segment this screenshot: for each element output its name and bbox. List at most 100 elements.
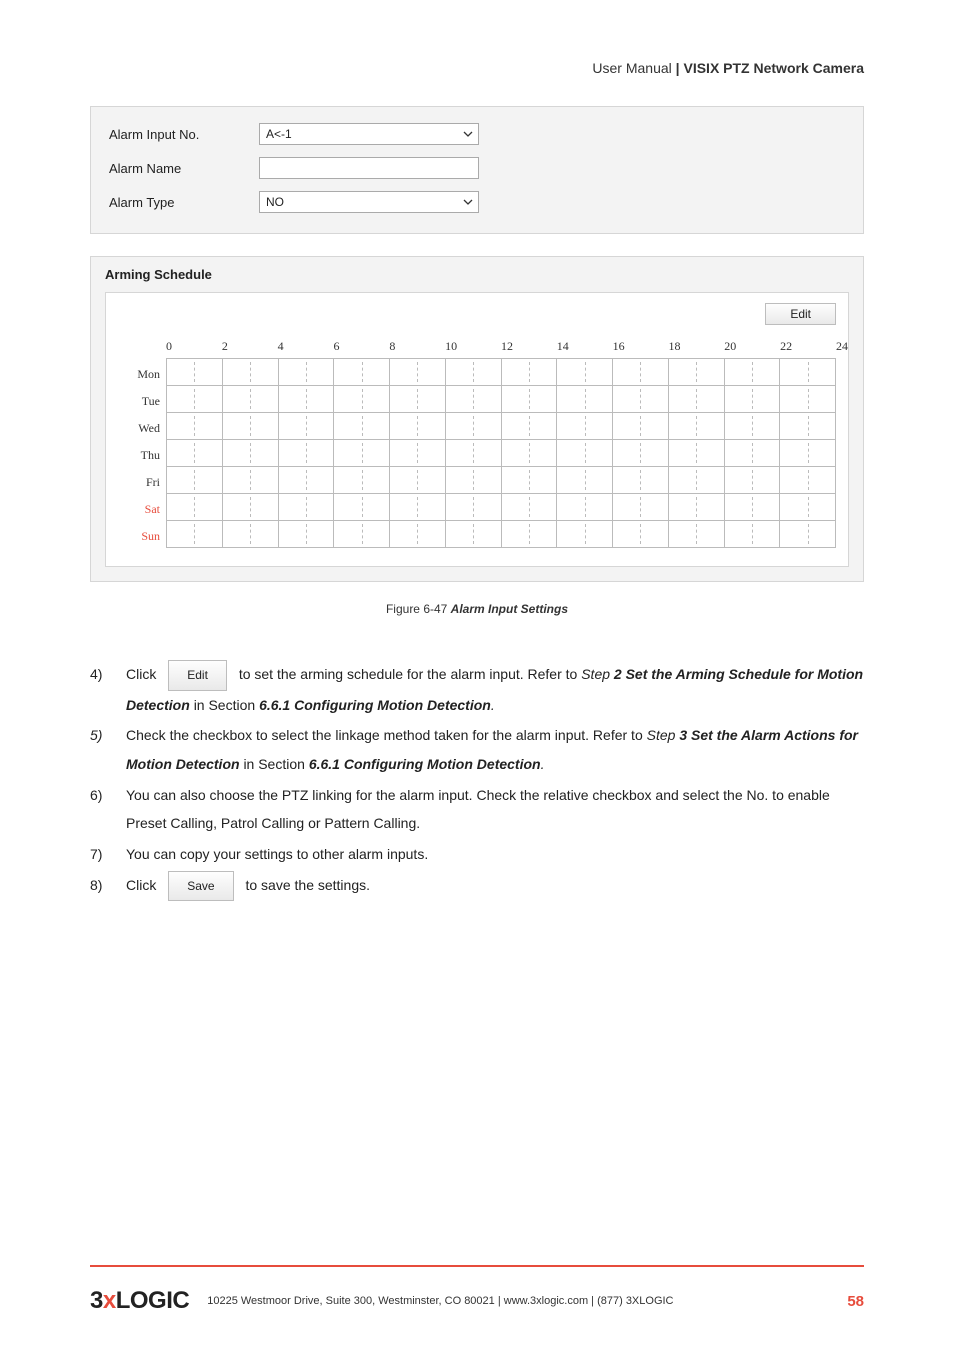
schedule-row[interactable] bbox=[167, 413, 835, 440]
schedule-cell[interactable] bbox=[502, 413, 558, 439]
schedule-cell[interactable] bbox=[279, 359, 335, 385]
schedule-cell[interactable] bbox=[780, 467, 835, 493]
schedule-cell[interactable] bbox=[279, 440, 335, 466]
schedule-cell[interactable] bbox=[502, 359, 558, 385]
schedule-cell[interactable] bbox=[279, 494, 335, 520]
schedule-cell[interactable] bbox=[669, 494, 725, 520]
schedule-cell[interactable] bbox=[446, 467, 502, 493]
schedule-row[interactable] bbox=[167, 440, 835, 467]
schedule-cell[interactable] bbox=[390, 494, 446, 520]
schedule-cell[interactable] bbox=[223, 386, 279, 412]
schedule-cell[interactable] bbox=[334, 494, 390, 520]
schedule-row[interactable] bbox=[167, 359, 835, 386]
schedule-cell[interactable] bbox=[167, 467, 223, 493]
schedule-cell[interactable] bbox=[557, 494, 613, 520]
schedule-cell[interactable] bbox=[502, 467, 558, 493]
schedule-cell[interactable] bbox=[279, 467, 335, 493]
schedule-cell[interactable] bbox=[334, 467, 390, 493]
schedule-cell[interactable] bbox=[390, 467, 446, 493]
schedule-cell[interactable] bbox=[613, 413, 669, 439]
schedule-cell[interactable] bbox=[446, 521, 502, 547]
schedule-cell[interactable] bbox=[669, 359, 725, 385]
schedule-cell[interactable] bbox=[167, 386, 223, 412]
schedule-cell[interactable] bbox=[725, 467, 781, 493]
schedule-cell[interactable] bbox=[669, 521, 725, 547]
schedule-cell[interactable] bbox=[613, 467, 669, 493]
schedule-cell[interactable] bbox=[167, 521, 223, 547]
schedule-cell[interactable] bbox=[390, 413, 446, 439]
schedule-cell[interactable] bbox=[390, 386, 446, 412]
schedule-cell[interactable] bbox=[780, 494, 835, 520]
schedule-cell[interactable] bbox=[223, 359, 279, 385]
schedule-cell[interactable] bbox=[390, 359, 446, 385]
schedule-cell[interactable] bbox=[780, 413, 835, 439]
schedule-cell[interactable] bbox=[557, 440, 613, 466]
schedule-cell[interactable] bbox=[446, 359, 502, 385]
schedule-cell[interactable] bbox=[390, 521, 446, 547]
save-button-inline[interactable]: Save bbox=[168, 871, 233, 902]
schedule-cell[interactable] bbox=[334, 440, 390, 466]
schedule-cell[interactable] bbox=[613, 494, 669, 520]
schedule-cell[interactable] bbox=[669, 386, 725, 412]
schedule-cell[interactable] bbox=[223, 440, 279, 466]
schedule-cell[interactable] bbox=[557, 413, 613, 439]
schedule-cell[interactable] bbox=[725, 521, 781, 547]
schedule-cell-half bbox=[362, 524, 363, 544]
schedule-cell[interactable] bbox=[725, 494, 781, 520]
schedule-cell[interactable] bbox=[502, 386, 558, 412]
schedule-cell[interactable] bbox=[279, 521, 335, 547]
schedule-cell[interactable] bbox=[334, 386, 390, 412]
schedule-cell[interactable] bbox=[502, 521, 558, 547]
schedule-row[interactable] bbox=[167, 521, 835, 547]
schedule-cell[interactable] bbox=[725, 386, 781, 412]
schedule-cell[interactable] bbox=[334, 359, 390, 385]
schedule-cell[interactable] bbox=[334, 521, 390, 547]
schedule-cell[interactable] bbox=[502, 440, 558, 466]
schedule-cell[interactable] bbox=[502, 494, 558, 520]
edit-button[interactable]: Edit bbox=[765, 303, 836, 325]
alarm-name-input[interactable] bbox=[259, 157, 479, 179]
schedule-row[interactable] bbox=[167, 386, 835, 413]
schedule-cell[interactable] bbox=[223, 494, 279, 520]
schedule-cell[interactable] bbox=[780, 440, 835, 466]
schedule-row[interactable] bbox=[167, 467, 835, 494]
schedule-cell[interactable] bbox=[557, 521, 613, 547]
schedule-cell[interactable] bbox=[446, 413, 502, 439]
schedule-cell[interactable] bbox=[390, 440, 446, 466]
schedule-cell[interactable] bbox=[223, 467, 279, 493]
schedule-cell[interactable] bbox=[557, 467, 613, 493]
schedule-cell[interactable] bbox=[613, 440, 669, 466]
schedule-cell[interactable] bbox=[613, 386, 669, 412]
schedule-cell[interactable] bbox=[669, 440, 725, 466]
schedule-cell[interactable] bbox=[613, 521, 669, 547]
edit-button-inline[interactable]: Edit bbox=[168, 660, 227, 691]
schedule-cell[interactable] bbox=[167, 440, 223, 466]
step-text: . bbox=[491, 697, 495, 713]
schedule-cell[interactable] bbox=[446, 440, 502, 466]
schedule-cell[interactable] bbox=[223, 413, 279, 439]
schedule-cell[interactable] bbox=[780, 359, 835, 385]
schedule-cell[interactable] bbox=[669, 467, 725, 493]
schedule-cell[interactable] bbox=[167, 359, 223, 385]
schedule-cell[interactable] bbox=[557, 386, 613, 412]
step-num: 7) bbox=[90, 840, 126, 869]
schedule-cell[interactable] bbox=[780, 386, 835, 412]
schedule-cell[interactable] bbox=[334, 413, 390, 439]
schedule-cell[interactable] bbox=[557, 359, 613, 385]
schedule-cell[interactable] bbox=[167, 494, 223, 520]
schedule-cell[interactable] bbox=[446, 386, 502, 412]
schedule-cell[interactable] bbox=[446, 494, 502, 520]
schedule-cell[interactable] bbox=[223, 521, 279, 547]
schedule-row[interactable] bbox=[167, 494, 835, 521]
alarm-type-select[interactable]: NO bbox=[259, 191, 479, 213]
schedule-cell[interactable] bbox=[725, 359, 781, 385]
schedule-cell[interactable] bbox=[613, 359, 669, 385]
schedule-cell[interactable] bbox=[279, 413, 335, 439]
schedule-cell[interactable] bbox=[780, 521, 835, 547]
schedule-cell[interactable] bbox=[279, 386, 335, 412]
schedule-cell[interactable] bbox=[725, 413, 781, 439]
schedule-cell[interactable] bbox=[167, 413, 223, 439]
alarm-input-no-select[interactable]: A<-1 bbox=[259, 123, 479, 145]
schedule-cell[interactable] bbox=[669, 413, 725, 439]
schedule-cell[interactable] bbox=[725, 440, 781, 466]
